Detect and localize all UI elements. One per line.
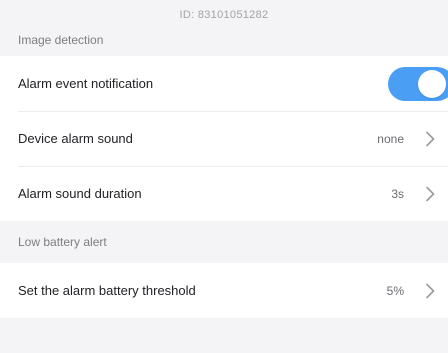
alarm-event-notification-toggle[interactable] [388,66,448,101]
alarm-event-notification-label: Alarm event notification [18,76,154,91]
alarm-sound-duration-value: 3s [391,186,404,201]
section-header-low-battery: Low battery alert [0,221,448,263]
device-alarm-sound-label: Device alarm sound [18,131,133,146]
device-alarm-sound-value: none [377,131,404,146]
row-controls: 5% [387,263,448,318]
image-detection-group: Alarm event notification Device alarm so… [0,56,448,221]
battery-threshold-row[interactable]: Set the alarm battery threshold 5% [0,263,448,318]
section-title: Image detection [18,33,104,47]
alarm-settings-screen: ID: 83101051282 Image detection Alarm ev… [0,0,448,353]
alarm-event-notification-row: Alarm event notification [0,56,448,111]
toggle-knob [418,69,446,98]
chevron-right-icon[interactable] [418,182,442,206]
row-controls: 3s [391,166,448,221]
alarm-sound-duration-row[interactable]: Alarm sound duration 3s [0,166,448,221]
section-title: Low battery alert [18,235,107,249]
row-controls: none [377,111,448,166]
battery-threshold-value: 5% [386,283,404,298]
device-alarm-sound-row[interactable]: Device alarm sound none [0,111,448,166]
device-id-label: ID: 83101051282 [179,9,269,21]
section-header-image-detection: Image detection [0,30,448,56]
alarm-sound-duration-label: Alarm sound duration [18,186,142,201]
bottom-spacer [0,318,448,328]
row-controls [388,56,448,111]
chevron-right-icon[interactable] [418,127,442,151]
low-battery-group: Set the alarm battery threshold 5% [0,263,448,318]
chevron-right-icon[interactable] [418,279,442,303]
battery-threshold-label: Set the alarm battery threshold [18,283,196,298]
